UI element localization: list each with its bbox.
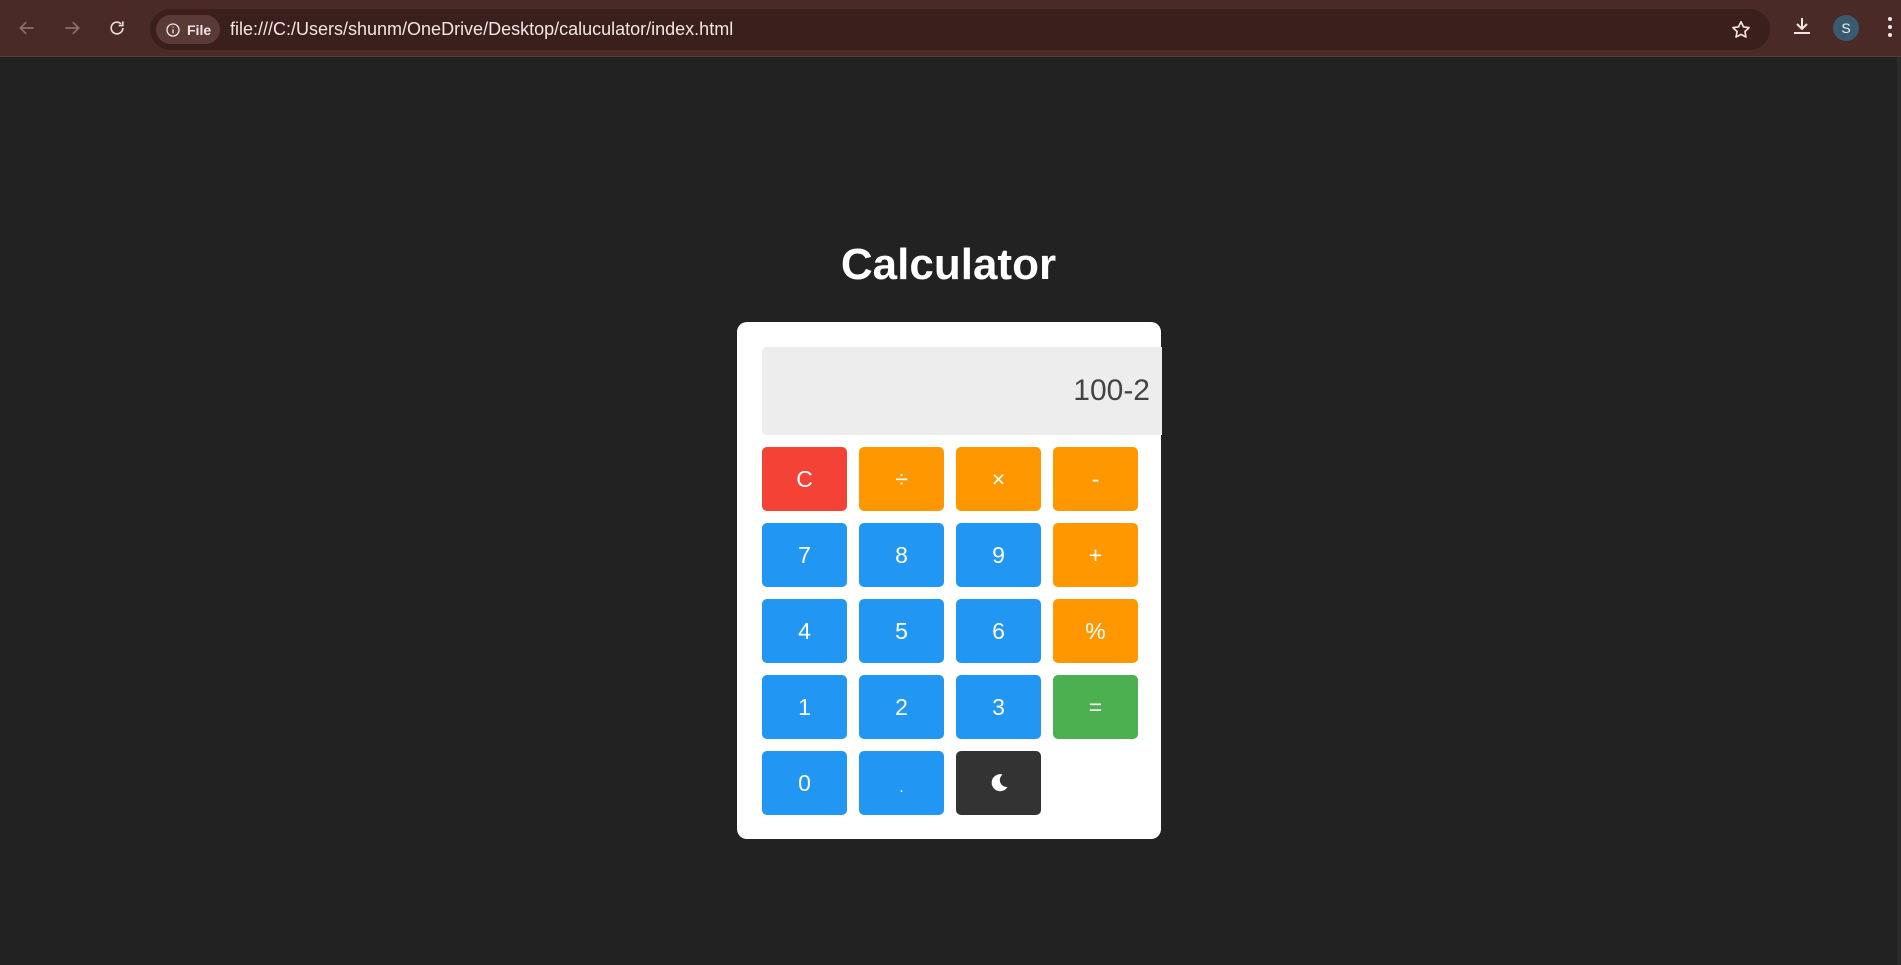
digit-4-button[interactable]: 4 (762, 599, 847, 663)
forward-button[interactable] (54, 10, 90, 46)
info-icon (166, 22, 180, 37)
equals-button[interactable]: = (1053, 675, 1138, 739)
digit-7-button[interactable]: 7 (762, 523, 847, 587)
digit-2-button[interactable]: 2 (859, 675, 944, 739)
address-bar[interactable]: File file:///C:/Users/shunm/OneDrive/Des… (150, 9, 1770, 50)
page-title: Calculator (840, 240, 1057, 289)
digit-6-button[interactable]: 6 (956, 599, 1041, 663)
percent-button[interactable]: % (1053, 599, 1138, 663)
browser-toolbar: File file:///C:/Users/shunm/OneDrive/Des… (0, 0, 1901, 57)
moon-icon (991, 774, 1007, 792)
digit-1-button[interactable]: 1 (762, 675, 847, 739)
reload-button[interactable] (99, 10, 135, 46)
multiply-button[interactable]: × (956, 447, 1041, 511)
digit-3-button[interactable]: 3 (956, 675, 1041, 739)
digit-5-button[interactable]: 5 (859, 599, 944, 663)
decimal-button[interactable]: . (859, 751, 944, 815)
arrow-right-icon (65, 21, 80, 35)
digit-9-button[interactable]: 9 (956, 523, 1041, 587)
url-text[interactable]: file:///C:/Users/shunm/OneDrive/Desktop/… (230, 9, 733, 50)
divide-button[interactable]: ÷ (859, 447, 944, 511)
download-icon[interactable] (1790, 14, 1814, 38)
kebab-menu-icon[interactable] (1883, 14, 1897, 40)
arrow-left-icon (19, 21, 34, 35)
page-scrollbar[interactable] (1897, 57, 1901, 965)
digit-8-button[interactable]: 8 (859, 523, 944, 587)
bookmark-star-icon[interactable] (1730, 19, 1752, 41)
site-info-chip[interactable]: File (156, 15, 220, 44)
site-chip-label: File (187, 21, 212, 38)
calculator-card: 100-2 C ÷ × - 7 8 9 + 4 5 6 % 1 2 3 = 0 … (737, 322, 1162, 839)
profile-avatar[interactable]: S (1833, 15, 1859, 41)
back-button[interactable] (9, 10, 45, 46)
theme-toggle-button[interactable] (956, 751, 1041, 815)
digit-0-button[interactable]: 0 (762, 751, 847, 815)
minus-button[interactable]: - (1053, 447, 1138, 511)
reload-icon (110, 21, 124, 35)
plus-button[interactable]: + (1053, 523, 1138, 587)
calculator-display: 100-2 (762, 347, 1162, 435)
clear-button[interactable]: C (762, 447, 847, 511)
